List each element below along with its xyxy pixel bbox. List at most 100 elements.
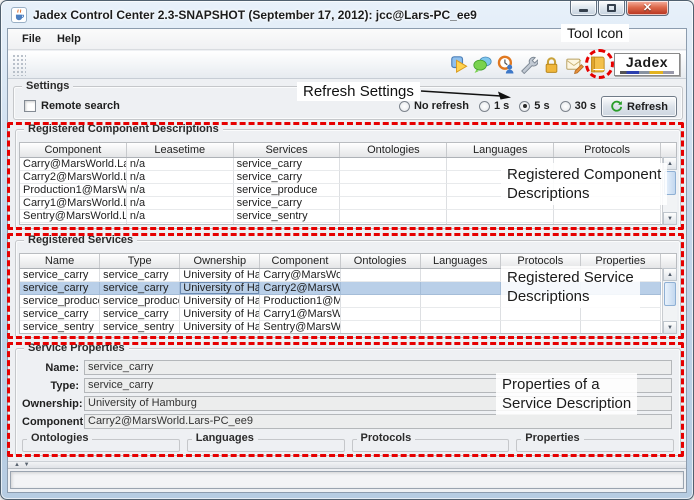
component-table-scrollbar[interactable] bbox=[662, 157, 677, 225]
titlebar[interactable]: Jadex Control Center 2.3-SNAPSHOT (Septe… bbox=[1, 1, 693, 28]
table-cell[interactable] bbox=[421, 295, 501, 308]
table-cell[interactable] bbox=[447, 184, 554, 197]
table-cell[interactable] bbox=[447, 171, 554, 184]
table-cell[interactable]: n/a bbox=[127, 197, 234, 210]
messages-icon[interactable] bbox=[564, 54, 585, 75]
column-header[interactable]: Component bbox=[20, 143, 127, 157]
table-cell[interactable]: Carry2@MarsWorld.La... bbox=[20, 171, 127, 184]
menu-help[interactable]: Help bbox=[49, 31, 89, 47]
table-cell[interactable]: service_produce bbox=[234, 223, 341, 224]
table-cell[interactable] bbox=[341, 321, 421, 333]
table-cell[interactable]: Sentry@MarsW... bbox=[260, 321, 340, 333]
table-cell[interactable]: service_carry bbox=[234, 197, 341, 210]
table-cell[interactable] bbox=[581, 282, 661, 295]
table-cell[interactable]: n/a bbox=[127, 184, 234, 197]
table-cell[interactable]: service_carry bbox=[20, 269, 100, 282]
splitpane-arrows-icon[interactable] bbox=[14, 462, 31, 469]
table-cell[interactable] bbox=[554, 184, 661, 197]
table-cell[interactable]: n/a bbox=[127, 223, 234, 224]
starter-icon[interactable] bbox=[449, 54, 470, 75]
refresh-radio-1-s[interactable]: 1 s bbox=[479, 100, 509, 112]
table-cell[interactable]: service_produce bbox=[234, 184, 341, 197]
table-cell[interactable]: service_produce bbox=[20, 295, 100, 308]
table-cell[interactable]: service_produce bbox=[100, 295, 180, 308]
table-row[interactable]: service_carryservice_carryUniversity of … bbox=[20, 308, 661, 321]
maximize-button[interactable] bbox=[598, 1, 625, 16]
property-value-field[interactable]: University of Hamburg bbox=[84, 396, 672, 411]
table-row[interactable]: service_sentryservice_sentryUniversity o… bbox=[20, 321, 661, 333]
table-cell[interactable] bbox=[501, 295, 581, 308]
table-cell[interactable] bbox=[421, 269, 501, 282]
column-header[interactable]: Protocols bbox=[501, 254, 581, 268]
table-cell[interactable] bbox=[501, 282, 581, 295]
scrollbar-thumb[interactable] bbox=[664, 282, 676, 306]
column-header[interactable]: Name bbox=[20, 254, 100, 268]
table-cell[interactable] bbox=[554, 158, 661, 171]
table-cell[interactable] bbox=[554, 171, 661, 184]
table-cell[interactable]: service_sentry bbox=[100, 321, 180, 333]
table-row[interactable]: Carry2@MarsWorld.La...n/aservice_carry bbox=[20, 171, 661, 184]
table-cell[interactable]: Carry@MarsWor... bbox=[260, 269, 340, 282]
table-cell[interactable] bbox=[581, 269, 661, 282]
table-cell[interactable] bbox=[421, 282, 501, 295]
table-cell[interactable]: n/a bbox=[127, 158, 234, 171]
refresh-radio-no-refresh[interactable]: No refresh bbox=[399, 100, 469, 112]
scroll-down-icon[interactable] bbox=[663, 212, 677, 225]
scroll-up-icon[interactable] bbox=[663, 157, 677, 170]
table-cell[interactable]: n/a bbox=[127, 210, 234, 223]
table-cell[interactable]: University of Ha... bbox=[180, 308, 260, 321]
table-cell[interactable] bbox=[554, 197, 661, 210]
security-lock-icon[interactable] bbox=[541, 54, 562, 75]
table-cell[interactable]: University of Ha... bbox=[180, 269, 260, 282]
radio-icon[interactable] bbox=[519, 101, 530, 112]
column-header[interactable]: Component bbox=[260, 254, 340, 268]
table-cell[interactable] bbox=[581, 295, 661, 308]
table-cell[interactable] bbox=[340, 171, 447, 184]
services-table-scrollbar[interactable] bbox=[662, 268, 677, 334]
column-header[interactable]: Ownership bbox=[180, 254, 260, 268]
table-cell[interactable] bbox=[554, 210, 661, 223]
radio-icon[interactable] bbox=[560, 101, 571, 112]
table-cell[interactable] bbox=[340, 197, 447, 210]
column-header[interactable]: Protocols bbox=[554, 143, 661, 157]
table-cell[interactable]: Sentry@MarsWorld.La... bbox=[20, 210, 127, 223]
table-cell[interactable] bbox=[447, 197, 554, 210]
table-cell[interactable]: service_carry bbox=[20, 282, 100, 295]
table-cell[interactable]: Production1@M... bbox=[260, 295, 340, 308]
refresh-radio-30-s[interactable]: 30 s bbox=[560, 100, 596, 112]
table-cell[interactable]: Production2@MarsWo... bbox=[20, 223, 127, 224]
table-cell[interactable] bbox=[341, 269, 421, 282]
table-cell[interactable] bbox=[554, 223, 661, 224]
scroll-down-icon[interactable] bbox=[663, 321, 677, 334]
menu-file[interactable]: File bbox=[14, 31, 49, 47]
table-row[interactable]: Sentry@MarsWorld.La...n/aservice_sentry bbox=[20, 210, 661, 223]
table-cell[interactable] bbox=[421, 308, 501, 321]
radio-icon[interactable] bbox=[479, 101, 490, 112]
column-header[interactable]: Services bbox=[234, 143, 341, 157]
remote-search-checkbox[interactable] bbox=[24, 100, 36, 112]
table-cell[interactable]: Carry1@MarsWorld.La... bbox=[20, 197, 127, 210]
table-cell[interactable] bbox=[341, 308, 421, 321]
table-cell[interactable] bbox=[581, 308, 661, 321]
awareness-icon[interactable] bbox=[495, 54, 516, 75]
refresh-radio-5-s[interactable]: 5 s bbox=[519, 100, 549, 112]
table-cell[interactable]: service_carry bbox=[234, 158, 341, 171]
table-row[interactable]: service_carryservice_carryUniversity of … bbox=[20, 269, 661, 282]
table-cell[interactable] bbox=[447, 158, 554, 171]
scrollbar-thumb[interactable] bbox=[664, 171, 676, 195]
refresh-button[interactable]: Refresh bbox=[601, 96, 677, 117]
table-cell[interactable]: service_carry bbox=[100, 282, 180, 295]
table-cell[interactable]: service_carry bbox=[100, 269, 180, 282]
tools-wrench-icon[interactable] bbox=[518, 54, 539, 75]
table-cell[interactable] bbox=[501, 269, 581, 282]
table-row[interactable]: Production1@MarsWo...n/aservice_produce bbox=[20, 184, 661, 197]
table-row[interactable]: Production2@MarsWo...n/aservice_produce bbox=[20, 223, 661, 224]
column-header[interactable]: Properties bbox=[581, 254, 661, 268]
minimize-button[interactable] bbox=[570, 1, 597, 16]
library-book-icon[interactable] bbox=[587, 54, 608, 75]
conversation-icon[interactable] bbox=[472, 54, 493, 75]
column-header[interactable]: Languages bbox=[447, 143, 554, 157]
table-cell[interactable]: service_sentry bbox=[20, 321, 100, 333]
radio-icon[interactable] bbox=[399, 101, 410, 112]
table-cell[interactable] bbox=[341, 282, 421, 295]
